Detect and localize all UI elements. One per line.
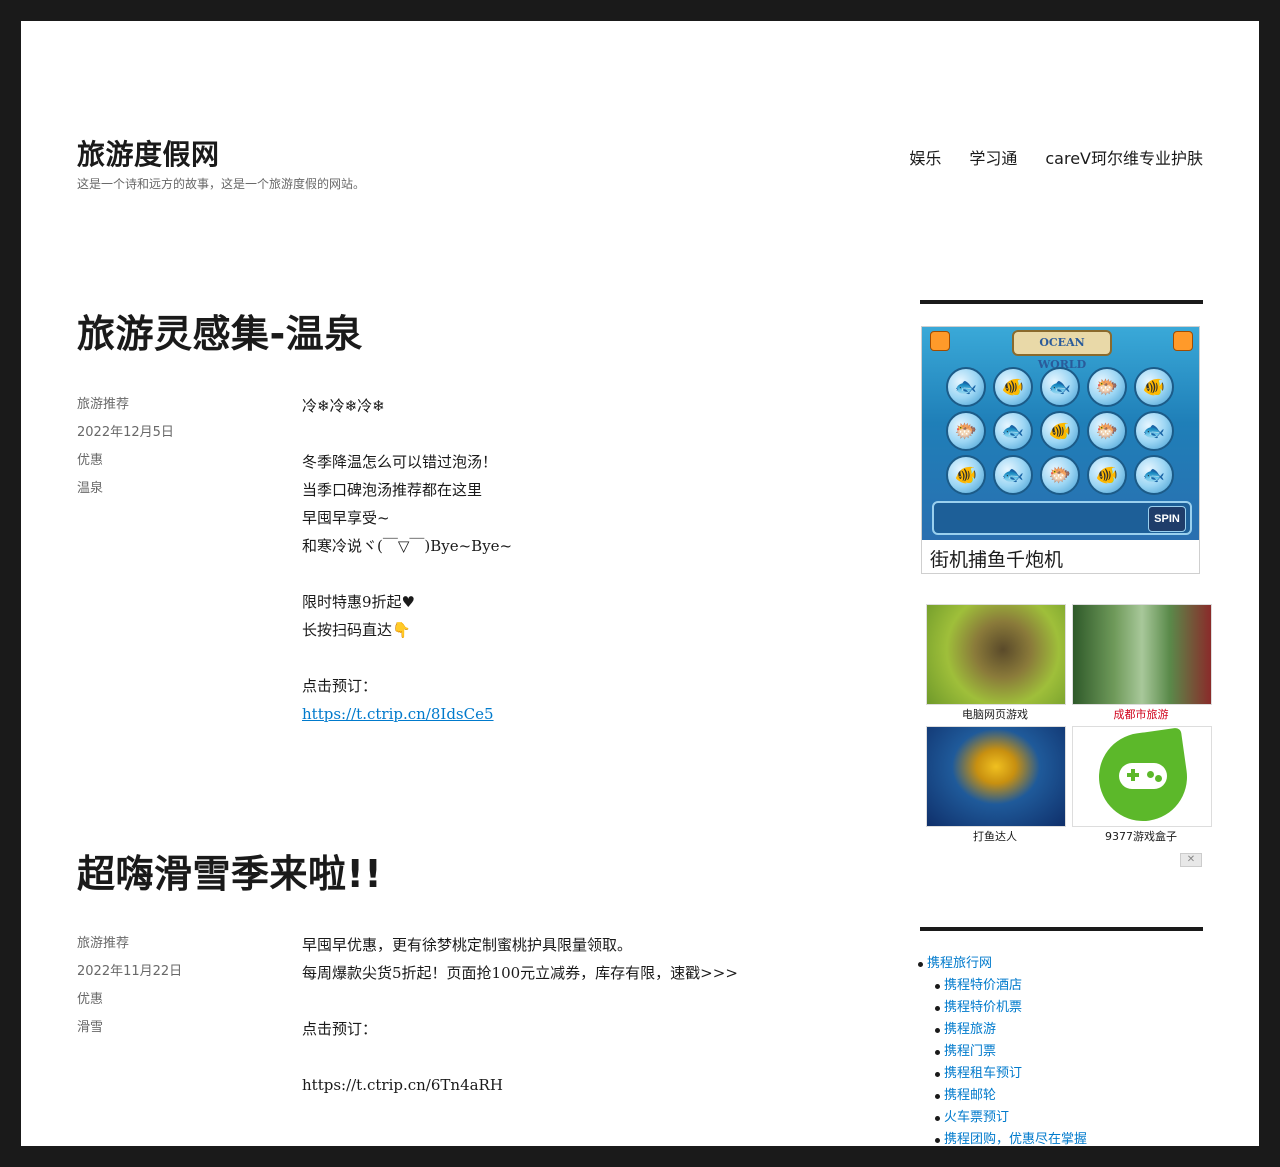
content-line: 长按扫码直达👇 [302, 621, 411, 639]
link-ctrip-cruise[interactable]: 携程邮轮 [944, 1088, 996, 1103]
fish-icon: 🐠 [993, 367, 1033, 407]
fish-icon: 🐟 [993, 455, 1033, 495]
content-line: 点击预订： [302, 677, 378, 695]
ad-tile[interactable]: 成都市旅游 [1070, 602, 1212, 721]
ad-fishing-game[interactable]: OCEAN WORLD 🐟 🐠 🐟 🐡 🐠 🐡 🐟 🐠 🐡 🐟 🐠 🐟 🐡 🐠 … [921, 326, 1200, 574]
widget-divider [920, 927, 1203, 931]
content-line [302, 1043, 738, 1071]
spin-button: SPIN [1148, 506, 1186, 532]
fish-icon: 🐡 [1087, 411, 1127, 451]
list-item: 火车票预订 [934, 1107, 1087, 1129]
post-category[interactable]: 旅游推荐 [77, 391, 174, 419]
ad-tile[interactable]: 9377游戏盒子 [1070, 724, 1212, 843]
post-meta: 旅游推荐 2022年12月5日 优惠 温泉 [77, 391, 174, 503]
content-line [302, 420, 512, 448]
link-ctrip-tours[interactable]: 携程旅游 [944, 1022, 996, 1037]
post-content: 冷❄冷❄冷❄ 冬季降温怎么可以错过泡汤！ 当季口碑泡汤推荐都在这里 早囤早享受~… [302, 392, 512, 728]
menu-icon [1173, 331, 1193, 351]
content-line: 冬季降温怎么可以错过泡汤！ [302, 453, 498, 471]
nav-item-entertainment[interactable]: 娱乐 [909, 145, 941, 169]
post-category[interactable]: 旅游推荐 [77, 930, 182, 958]
widget-divider [920, 300, 1203, 304]
link-ctrip-tickets[interactable]: 携程门票 [944, 1044, 996, 1059]
content-line [302, 644, 512, 672]
post-date[interactable]: 2022年11月22日 [77, 958, 182, 986]
ad-tile[interactable]: 打鱼达人 [924, 724, 1066, 843]
post-date[interactable]: 2022年12月5日 [77, 419, 174, 447]
list-item: 携程门票 [934, 1041, 1087, 1063]
post-tag[interactable]: 优惠 [77, 447, 174, 475]
slot-control-panel: SPIN [932, 501, 1192, 535]
post-tag[interactable]: 滑雪 [77, 1014, 182, 1042]
main-nav: 娱乐 学习通 careV珂尔维专业护肤 [909, 145, 1203, 169]
fish-icon: 🐟 [1040, 367, 1080, 407]
booking-link[interactable]: https://t.ctrip.cn/8IdsCe5 [302, 705, 494, 723]
fish-icon: 🐟 [1134, 455, 1174, 495]
content-line [302, 560, 512, 588]
list-item: 携程旅游 [934, 1019, 1087, 1041]
post-content: 早囤早优惠，更有徐梦桃定制蜜桃护具限量领取。 每周爆款尖货5折起！页面抢100元… [302, 931, 738, 1099]
content-line: 每周爆款尖货5折起！页面抢100元立减券，库存有限，速戳>>> [302, 964, 738, 982]
link-ctrip-groupbuy[interactable]: 携程团购，优惠尽在掌握 [944, 1132, 1087, 1146]
ad-tile-grid: 电脑网页游戏 成都市旅游 打鱼达人 9377游戏盒子 [924, 602, 1212, 850]
ad-tile[interactable]: 电脑网页游戏 [924, 602, 1066, 721]
link-list: 携程旅行网 携程特价酒店 携程特价机票 携程旅游 携程门票 携程租车预订 携程邮… [917, 953, 1087, 1146]
nav-item-xuexitong[interactable]: 学习通 [969, 145, 1017, 169]
link-ctrip[interactable]: 携程旅行网 [927, 956, 992, 971]
fish-icon: 🐡 [946, 411, 986, 451]
post-meta: 旅游推荐 2022年11月22日 优惠 滑雪 [77, 930, 182, 1042]
ocean-world-banner: OCEAN WORLD [1012, 330, 1112, 371]
fish-icon: 🐡 [1087, 367, 1127, 407]
fish-icon: 🐠 [1040, 411, 1080, 451]
site-description: 这是一个诗和远方的故事，这是一个旅游度假的网站。 [77, 177, 366, 191]
list-item: 携程特价机票 [934, 997, 1087, 1019]
link-ctrip-hotels[interactable]: 携程特价酒店 [944, 978, 1022, 993]
list-item: 携程租车预订 [934, 1063, 1087, 1085]
list-item: 携程邮轮 [934, 1085, 1087, 1107]
post-title[interactable]: 旅游灵感集-温泉 [77, 303, 363, 358]
gamepad-leaf-icon [1072, 726, 1212, 827]
fish-icon: 🐡 [1040, 455, 1080, 495]
ad-tile-label: 9377游戏盒子 [1105, 830, 1177, 843]
strategy-game-icon [926, 604, 1066, 705]
content-line: 早囤早享受~ [302, 509, 390, 527]
fish-icon: 🐠 [946, 455, 986, 495]
list-item: 携程团购，优惠尽在掌握 [934, 1129, 1087, 1146]
content-line: 冷❄冷❄冷❄ [302, 397, 385, 415]
page: 旅游度假网 这是一个诗和远方的故事，这是一个旅游度假的网站。 娱乐 学习通 ca… [21, 21, 1259, 1146]
content-line [302, 987, 738, 1015]
site-title[interactable]: 旅游度假网 [77, 133, 220, 173]
content-line: 当季口碑泡汤推荐都在这里 [302, 481, 483, 499]
ad-tile-label: 电脑网页游戏 [962, 708, 1028, 721]
post-tag[interactable]: 温泉 [77, 475, 174, 503]
ad-caption[interactable]: 街机捕鱼千炮机 [930, 545, 1063, 572]
fish-icon: 🐟 [993, 411, 1033, 451]
list-item: 携程特价酒店 [934, 975, 1087, 997]
list-item: 携程旅行网 [917, 953, 1087, 975]
link-ctrip-car-rental[interactable]: 携程租车预订 [944, 1066, 1022, 1081]
post-tag[interactable]: 优惠 [77, 986, 182, 1014]
content-line: 早囤早优惠，更有徐梦桃定制蜜桃护具限量领取。 [302, 936, 633, 954]
content-line: 点击预订： [302, 1020, 378, 1038]
fish-icon: 🐟 [1134, 411, 1174, 451]
ad-close-button[interactable]: ✕ [1180, 853, 1202, 867]
post-title[interactable]: 超嗨滑雪季来啦!! [77, 843, 382, 898]
content-line: 限时特惠9折起♥ [302, 593, 415, 611]
fish-icon: 🐠 [1134, 367, 1174, 407]
nav-item-carev[interactable]: careV珂尔维专业护肤 [1045, 145, 1203, 169]
content-line: 和寒冷说ヾ(￣▽￣)Bye~Bye~ [302, 537, 513, 555]
ad-tile-label: 成都市旅游 [1113, 708, 1169, 721]
ocean-world-image: OCEAN WORLD 🐟 🐠 🐟 🐡 🐠 🐡 🐟 🐠 🐡 🐟 🐠 🐟 🐡 🐠 … [922, 327, 1199, 540]
content-line: https://t.ctrip.cn/6Tn4aRH [302, 1076, 503, 1094]
fish-icon: 🐠 [1087, 455, 1127, 495]
golden-fish-icon [926, 726, 1066, 827]
link-ctrip-flights[interactable]: 携程特价机票 [944, 1000, 1022, 1015]
back-icon [930, 331, 950, 351]
fish-icon: 🐟 [946, 367, 986, 407]
link-train-tickets[interactable]: 火车票预订 [944, 1110, 1009, 1125]
bamboo-forest-icon [1072, 604, 1212, 705]
ad-tile-label: 打鱼达人 [973, 830, 1017, 843]
fish-reels: 🐟 🐠 🐟 🐡 🐠 🐡 🐟 🐠 🐡 🐟 🐠 🐟 🐡 🐠 🐟 [946, 367, 1176, 495]
